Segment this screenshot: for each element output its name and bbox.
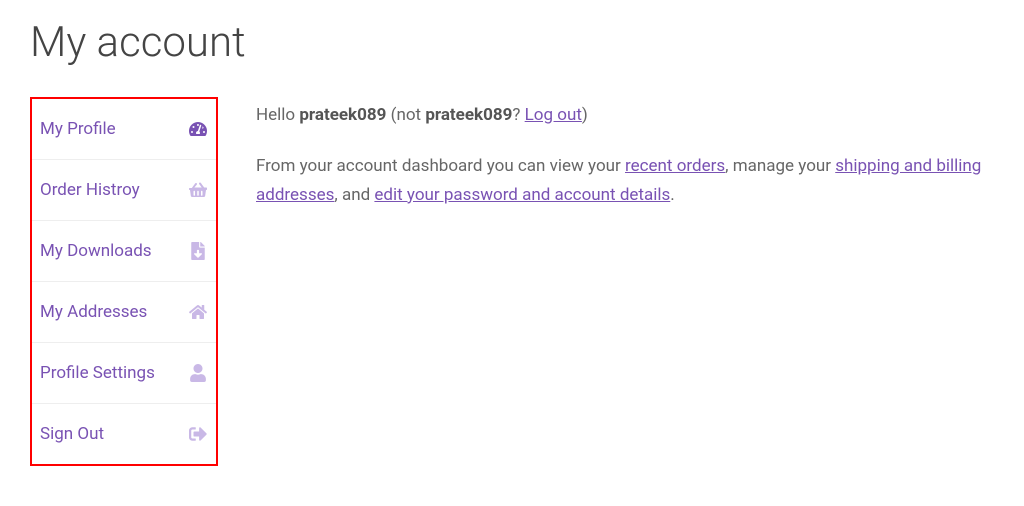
not-username: prateek089 <box>425 105 512 125</box>
logout-link[interactable]: Log out <box>525 105 582 125</box>
user-icon <box>188 363 208 383</box>
sidebar-item-label: My Profile <box>40 119 116 139</box>
dashboard-description: From your account dashboard you can view… <box>256 152 994 210</box>
edit-account-link[interactable]: edit your password and account details <box>374 185 670 205</box>
greeting-closing: ) <box>582 105 588 125</box>
greeting-text: Hello prateek089 (not prateek089? Log ou… <box>256 101 994 130</box>
sidebar-item-my-downloads[interactable]: My Downloads <box>32 221 216 282</box>
desc-part3: , and <box>334 185 374 205</box>
recent-orders-link[interactable]: recent orders <box>625 156 725 176</box>
dashboard-icon <box>188 119 208 139</box>
sidebar-item-my-addresses[interactable]: My Addresses <box>32 282 216 343</box>
account-sidebar: My Profile Order Histroy My Downloads My… <box>30 97 218 466</box>
sidebar-item-profile-settings[interactable]: Profile Settings <box>32 343 216 404</box>
greeting-hello: Hello <box>256 105 299 125</box>
not-suffix: ? <box>512 105 524 125</box>
sidebar-item-label: Order Histroy <box>40 180 140 200</box>
desc-part4: . <box>670 185 674 205</box>
username: prateek089 <box>299 105 386 125</box>
sidebar-item-label: My Downloads <box>40 241 152 261</box>
not-prefix: (not <box>386 105 425 125</box>
account-dashboard-content: Hello prateek089 (not prateek089? Log ou… <box>256 97 994 466</box>
sidebar-item-label: My Addresses <box>40 302 147 322</box>
sidebar-item-label: Sign Out <box>40 424 104 444</box>
sidebar-item-sign-out[interactable]: Sign Out <box>32 404 216 464</box>
signout-icon <box>188 424 208 444</box>
desc-part1: From your account dashboard you can view… <box>256 156 625 176</box>
home-icon <box>188 302 208 322</box>
sidebar-item-order-history[interactable]: Order Histroy <box>32 160 216 221</box>
file-icon <box>188 241 208 261</box>
page-title: My account <box>30 18 994 67</box>
desc-part2: , manage your <box>725 156 835 176</box>
sidebar-item-label: Profile Settings <box>40 363 155 383</box>
basket-icon <box>188 180 208 200</box>
sidebar-item-my-profile[interactable]: My Profile <box>32 99 216 160</box>
